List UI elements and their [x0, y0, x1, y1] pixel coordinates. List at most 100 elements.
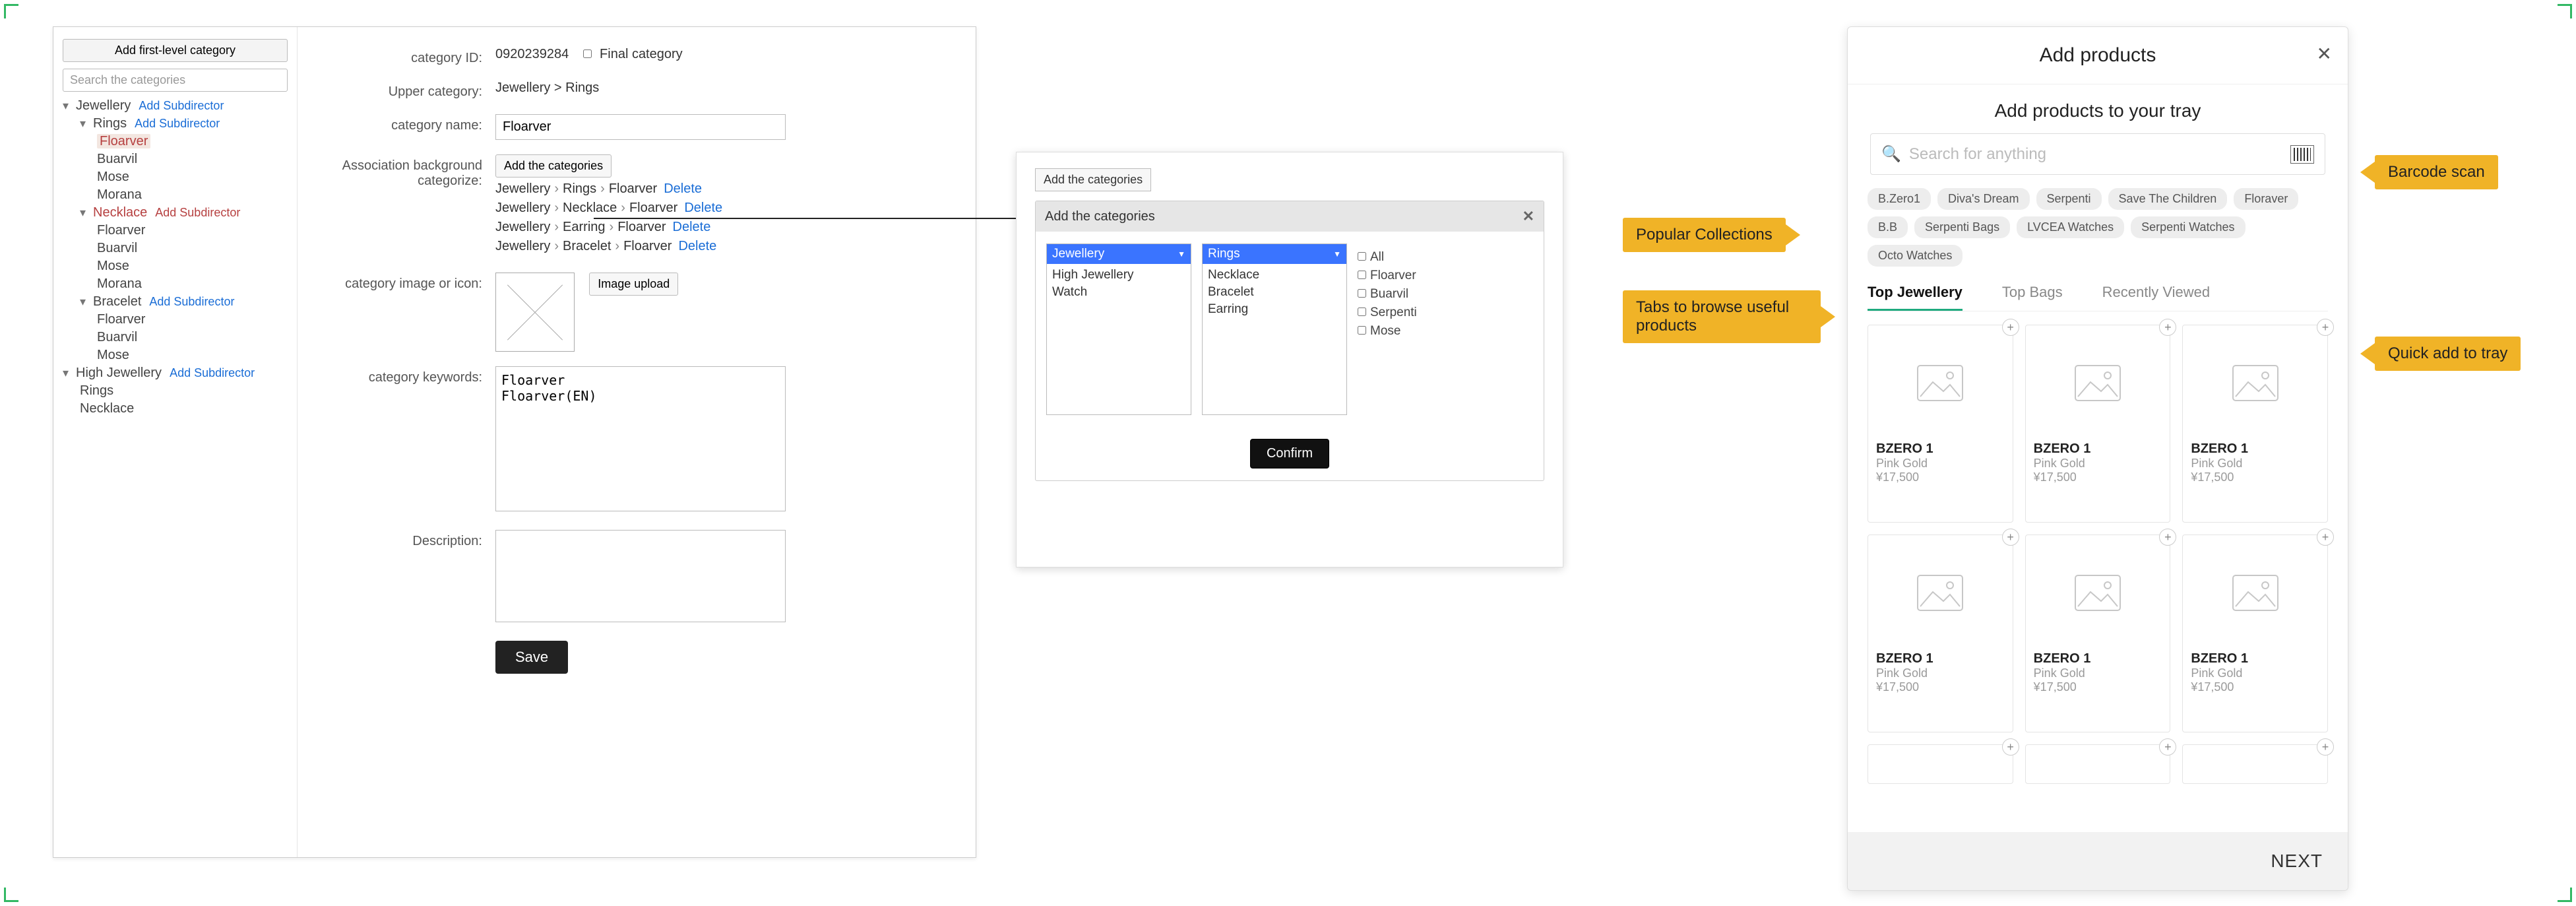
dialog-checkbox[interactable]: Buarvil — [1358, 287, 1533, 302]
category-tree-column: Add first-level category Search the cate… — [53, 27, 298, 857]
product-card[interactable]: +BZERO 1Pink Gold¥17,500 — [2025, 534, 2171, 732]
corner-mark — [2558, 888, 2572, 902]
tree-toggle-icon[interactable]: ▾ — [80, 117, 89, 131]
tree-toggle-icon[interactable]: ▾ — [63, 366, 72, 380]
collection-chip[interactable]: Serpenti Watches — [2131, 216, 2245, 238]
delete-link[interactable]: Delete — [678, 239, 716, 253]
next-button[interactable]: NEXT — [1848, 832, 2348, 890]
list-item[interactable]: Watch — [1052, 284, 1185, 301]
tree-node[interactable]: Buarvil — [97, 152, 137, 166]
collection-chip[interactable]: Floraver — [2234, 188, 2298, 210]
tree-node[interactable]: Rings — [80, 383, 113, 398]
add-categories-button[interactable]: Add the categories — [495, 154, 612, 178]
list-item[interactable]: Bracelet — [1208, 284, 1341, 301]
add-subdirector-link[interactable]: Add Subdirector — [155, 206, 240, 220]
barcode-icon[interactable] — [2290, 145, 2314, 164]
product-tabs: Top Jewellery Top Bags Recently Viewed — [1868, 278, 2328, 311]
delete-link[interactable]: Delete — [664, 181, 702, 196]
product-grid: +BZERO 1Pink Gold¥17,500+BZERO 1Pink Gol… — [1848, 311, 2348, 832]
quick-add-icon[interactable]: + — [2317, 738, 2334, 756]
delete-link[interactable]: Delete — [684, 201, 722, 215]
tree-node[interactable]: Morana — [97, 276, 142, 291]
quick-add-icon[interactable]: + — [2002, 529, 2019, 546]
dialog-checkbox[interactable]: Floarver — [1358, 269, 1533, 283]
dialog-list-level2[interactable]: Rings▼ NecklaceBraceletEarring — [1202, 243, 1347, 415]
collection-chip[interactable]: Save The Children — [2108, 188, 2228, 210]
product-card[interactable]: +BZERO 1Pink Gold¥17,500 — [2182, 325, 2328, 523]
product-card[interactable]: +BZERO 1Pink Gold¥17,500 — [2025, 325, 2171, 523]
dialog-checkbox[interactable]: All — [1358, 250, 1533, 265]
category-name-input[interactable] — [495, 114, 786, 140]
tree-node[interactable]: Floarver — [97, 312, 145, 327]
quick-add-icon[interactable]: + — [2002, 738, 2019, 756]
list-item[interactable]: High Jewellery — [1052, 267, 1185, 284]
product-card[interactable]: +BZERO 1Pink Gold¥17,500 — [2182, 534, 2328, 732]
product-card[interactable]: +BZERO 1Pink Gold¥17,500 — [1868, 744, 2013, 784]
tree-node[interactable]: High Jewellery — [76, 366, 162, 381]
tree-node[interactable]: Rings — [93, 116, 127, 131]
quick-add-icon[interactable]: + — [2002, 319, 2019, 336]
save-button[interactable]: Save — [495, 641, 568, 674]
product-card[interactable]: +BZERO 1Pink Gold¥17,500 — [2025, 744, 2171, 784]
tree-node[interactable]: Floarver — [97, 223, 145, 238]
dialog-list-level1[interactable]: Jewellery▼ High JewelleryWatch — [1046, 243, 1191, 415]
tree-node[interactable]: Necklace — [93, 205, 147, 220]
tab[interactable]: Recently Viewed — [2102, 278, 2210, 311]
quick-add-icon[interactable]: + — [2159, 319, 2176, 336]
tree-toggle-icon[interactable]: ▾ — [80, 295, 89, 309]
product-card[interactable]: +BZERO 1Pink Gold¥17,500 — [1868, 325, 2013, 523]
image-upload-button[interactable]: Image upload — [589, 273, 678, 296]
tree-node-selected[interactable]: Floarver — [97, 134, 150, 148]
tree-node[interactable]: Morana — [97, 187, 142, 202]
tree-node[interactable]: Jewellery — [76, 98, 131, 113]
tab[interactable]: Top Bags — [2002, 278, 2063, 311]
add-categories-trigger[interactable]: Add the categories — [1035, 168, 1151, 191]
collection-chip[interactable]: B.B — [1868, 216, 1908, 238]
list-item[interactable]: Necklace — [1208, 267, 1341, 284]
quick-add-icon[interactable]: + — [2159, 529, 2176, 546]
dialog-checkbox[interactable]: Mose — [1358, 324, 1533, 339]
callout-tabs-browse: Tabs to browse useful products — [1623, 290, 1821, 343]
add-subdirector-link[interactable]: Add Subdirector — [139, 99, 224, 113]
product-price: ¥17,500 — [2034, 470, 2162, 484]
list-item[interactable]: Earring — [1208, 301, 1341, 318]
add-subdirector-link[interactable]: Add Subdirector — [135, 117, 220, 131]
delete-link[interactable]: Delete — [673, 220, 711, 234]
description-textarea[interactable] — [495, 530, 786, 622]
tab[interactable]: Top Jewellery — [1868, 278, 1963, 311]
search-categories-input[interactable]: Search the categories — [63, 69, 288, 92]
tree-node[interactable]: Bracelet — [93, 294, 141, 309]
add-subdirector-link[interactable]: Add Subdirector — [170, 366, 255, 380]
tree-node[interactable]: Buarvil — [97, 330, 137, 344]
product-card[interactable]: +BZERO 1Pink Gold¥17,500 — [1868, 534, 2013, 732]
collection-chip[interactable]: Serpenti Bags — [1914, 216, 2010, 238]
quick-add-icon[interactable]: + — [2317, 529, 2334, 546]
tree-toggle-icon[interactable]: ▾ — [63, 99, 72, 113]
tree-node[interactable]: Necklace — [80, 401, 134, 416]
collection-chip[interactable]: Octo Watches — [1868, 245, 1963, 267]
quick-add-icon[interactable]: + — [2317, 319, 2334, 336]
tree-node[interactable]: Mose — [97, 259, 129, 273]
quick-add-icon[interactable]: + — [2159, 738, 2176, 756]
tree-toggle-icon[interactable]: ▾ — [80, 206, 89, 220]
product-price: ¥17,500 — [1876, 470, 2005, 484]
tree-node[interactable]: Mose — [97, 170, 129, 184]
collection-chip[interactable]: LVCEA Watches — [2017, 216, 2124, 238]
collection-chip[interactable]: Serpenti — [2036, 188, 2102, 210]
product-card[interactable]: +BZERO 1Pink Gold¥17,500 — [2182, 744, 2328, 784]
dialog-checkbox[interactable]: Serpenti — [1358, 306, 1533, 320]
collection-chip[interactable]: Diva's Dream — [1937, 188, 2029, 210]
search-bar[interactable]: 🔍 Search for anything — [1870, 133, 2325, 175]
close-icon[interactable]: ✕ — [2317, 43, 2332, 65]
product-name: BZERO 1 — [2034, 651, 2162, 666]
add-categories-dialog-wrapper: Add the categories Add the categories ✕ … — [1016, 152, 1563, 567]
add-subdirector-link[interactable]: Add Subdirector — [149, 295, 234, 309]
collection-chip[interactable]: B.Zero1 — [1868, 188, 1931, 210]
keywords-textarea[interactable]: Floarver Floarver(EN) — [495, 366, 786, 511]
tree-node[interactable]: Buarvil — [97, 241, 137, 255]
dialog-confirm-button[interactable]: Confirm — [1250, 439, 1329, 469]
final-category-checkbox[interactable] — [583, 49, 592, 58]
tree-node[interactable]: Mose — [97, 348, 129, 362]
dialog-close-icon[interactable]: ✕ — [1523, 208, 1534, 225]
add-first-level-category-button[interactable]: Add first-level category — [63, 39, 288, 62]
